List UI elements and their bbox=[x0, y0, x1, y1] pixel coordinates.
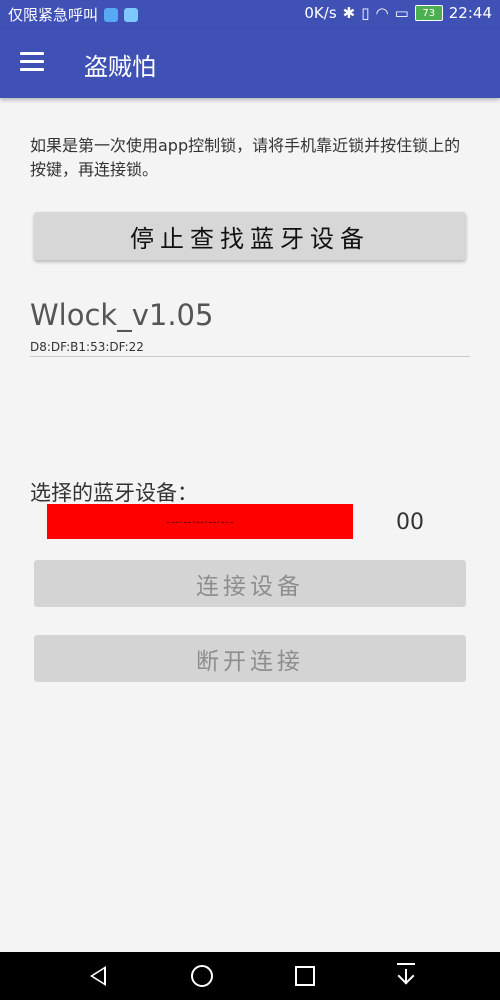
carrier-text: 仅限紧急呼叫 bbox=[8, 6, 99, 24]
app-screen: 仅限紧急呼叫 0K/s ✱ ▯ ◠ ▭ 73 22:44 盗贼怕 如果是第一次使… bbox=[0, 0, 500, 1000]
status-bar: 仅限紧急呼叫 0K/s ✱ ▯ ◠ ▭ 73 22:44 bbox=[0, 0, 500, 28]
connect-button[interactable]: 连接设备 bbox=[34, 560, 466, 607]
clock: 22:44 bbox=[448, 4, 492, 22]
recent-apps-icon[interactable] bbox=[295, 966, 315, 986]
status-bar-right: 0K/s ✱ ▯ ◠ ▭ 73 22:44 bbox=[304, 4, 492, 22]
home-icon[interactable] bbox=[191, 965, 213, 987]
menu-icon[interactable] bbox=[20, 52, 44, 72]
bluetooth-icon: ✱ bbox=[342, 4, 356, 22]
instruction-text: 如果是第一次使用app控制锁，请将手机靠近锁并按住锁上的按键，再连接锁。 bbox=[30, 136, 461, 179]
app-bar: 盗贼怕 bbox=[0, 28, 500, 98]
back-icon[interactable] bbox=[90, 966, 106, 986]
navigation-bar bbox=[0, 952, 500, 1000]
network-speed: 0K/s bbox=[304, 4, 337, 22]
status-bar-left: 仅限紧急呼叫 bbox=[8, 4, 139, 25]
selected-device-label: 选择的蓝牙设备： bbox=[30, 481, 198, 505]
selected-device-value: ---·--·--·--·--- bbox=[47, 504, 353, 539]
vibrate-icon: ▯ bbox=[361, 4, 370, 22]
disconnect-button[interactable]: 断开连接 bbox=[34, 635, 466, 682]
sim-icon: ▭ bbox=[394, 4, 409, 22]
battery-icon: 73 bbox=[414, 5, 443, 21]
notification-app-icon bbox=[104, 7, 119, 22]
notification-app-icon bbox=[124, 7, 139, 22]
page-title: 盗贼怕 bbox=[84, 53, 156, 81]
selected-device-extra: 00 bbox=[396, 510, 424, 535]
divider bbox=[30, 356, 470, 357]
device-name: Wlock_v1.05 bbox=[30, 298, 214, 332]
notification-pull-icon[interactable] bbox=[397, 963, 415, 987]
stop-scan-button[interactable]: 停止查找蓝牙设备 bbox=[34, 212, 466, 260]
device-mac: D8:DF:B1:53:DF:22 bbox=[30, 340, 144, 354]
battery-level: 73 bbox=[422, 7, 436, 19]
wifi-icon: ◠ bbox=[375, 4, 389, 22]
